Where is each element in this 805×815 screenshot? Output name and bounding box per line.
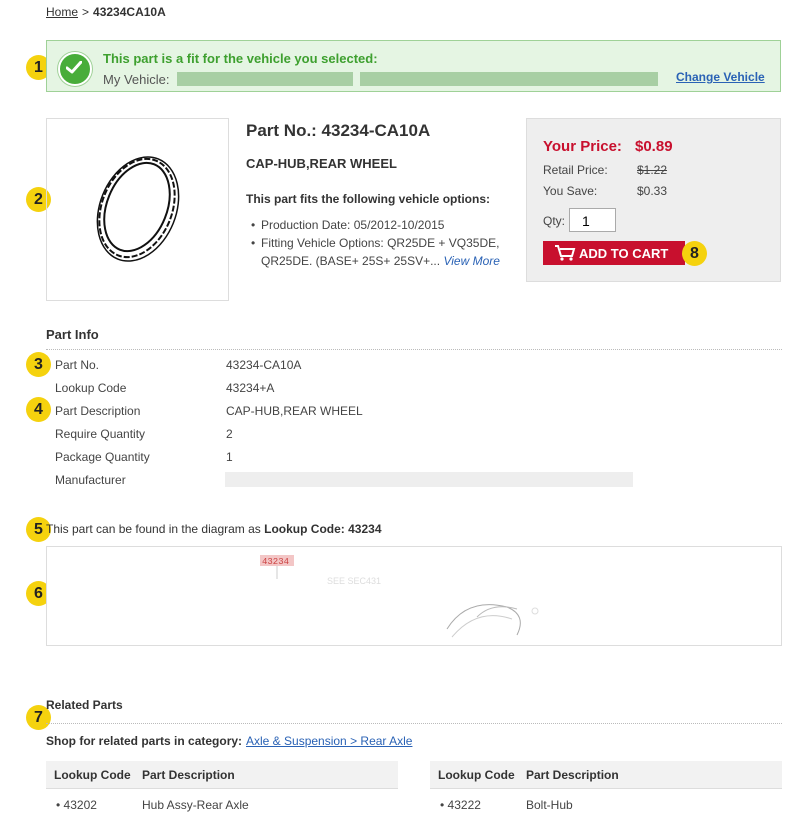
- col-part-description: Part Description: [526, 768, 619, 782]
- fits-options-heading: This part fits the following vehicle opt…: [246, 192, 491, 206]
- retail-price-value: $1.22: [637, 163, 668, 177]
- info-label-package-qty: Package Quantity: [55, 450, 150, 464]
- price-panel: Your Price: $0.89 Retail Price: $1.22 Yo…: [526, 118, 781, 282]
- info-value-package-qty: 1: [226, 450, 233, 464]
- info-label-part-no: Part No.: [55, 358, 100, 372]
- quantity-input[interactable]: [569, 208, 616, 232]
- option-fitting-vehicle: Fitting Vehicle Options: QR25DE + VQ35DE…: [249, 234, 509, 270]
- qty-label: Qty:: [543, 214, 566, 228]
- info-value-require-qty: 2: [226, 427, 233, 441]
- fitment-title: This part is a fit for the vehicle you s…: [103, 51, 378, 66]
- related-code-link[interactable]: 43222: [448, 798, 481, 812]
- diagram-text-prefix: This part can be found in the diagram as: [46, 522, 265, 536]
- you-save-label: You Save:: [543, 184, 598, 198]
- diagram-lookup-code: Lookup Code: 43234: [264, 522, 382, 536]
- related-table-left-header: Lookup Code Part Description: [46, 761, 398, 789]
- row-bullet: •: [440, 798, 448, 812]
- info-value-description: CAP-HUB,REAR WHEEL: [226, 404, 363, 418]
- info-label-require-qty: Require Quantity: [55, 427, 146, 441]
- breadcrumb-current: 43234CA10A: [93, 5, 166, 19]
- annotation-badge-4: 4: [26, 397, 51, 422]
- fitment-banner: This part is a fit for the vehicle you s…: [46, 40, 781, 92]
- option-production-date: Production Date: 05/2012-10/2015: [249, 216, 509, 234]
- col-lookup-code: Lookup Code: [438, 768, 515, 782]
- row-bullet: •: [56, 798, 64, 812]
- category-link[interactable]: Axle & Suspension > Rear Axle: [246, 734, 412, 748]
- shop-related-text: Shop for related parts in category:: [46, 734, 243, 748]
- related-desc-link[interactable]: Bolt-Hub: [526, 798, 573, 812]
- part-info-heading: Part Info: [46, 327, 99, 342]
- breadcrumb-separator: >: [82, 5, 90, 19]
- manufacturer-redacted-bar: [225, 472, 633, 487]
- vehicle-redacted-bar: [177, 72, 353, 86]
- part-image[interactable]: [46, 118, 229, 301]
- diagram-drawing: 43234 SEE SEC431: [260, 555, 539, 638]
- table-row: • 43202: [56, 798, 97, 812]
- cart-icon: [554, 244, 576, 265]
- col-lookup-code: Lookup Code: [54, 768, 131, 782]
- info-label-description: Part Description: [55, 404, 141, 418]
- your-price-value: $0.89: [635, 138, 673, 155]
- info-value-lookup-code: 43234+A: [226, 381, 275, 395]
- checkmark-icon: [58, 52, 92, 86]
- add-to-cart-label: ADD TO CART: [579, 246, 669, 261]
- info-value-part-no: 43234-CA10A: [226, 358, 302, 372]
- info-label-manufacturer: Manufacturer: [55, 473, 126, 487]
- you-save-value: $0.33: [637, 184, 668, 198]
- table-row: • 43222: [440, 798, 481, 812]
- related-parts-divider: [46, 723, 782, 724]
- retail-price-label: Retail Price:: [543, 163, 608, 177]
- breadcrumb: Home >43234CA10A: [46, 5, 166, 19]
- breadcrumb-home-link[interactable]: Home: [46, 5, 78, 19]
- change-vehicle-link[interactable]: Change Vehicle: [676, 70, 765, 84]
- related-code-link[interactable]: 43202: [64, 798, 97, 812]
- annotation-badge-8: 8: [682, 241, 707, 266]
- vehicle-redacted-bar-2: [360, 72, 658, 86]
- my-vehicle-label: My Vehicle:: [103, 72, 170, 87]
- related-table-right-header: Lookup Code Part Description: [430, 761, 782, 789]
- gasket-ring-drawing: [96, 156, 180, 262]
- parts-diagram[interactable]: 43234 SEE SEC431: [46, 546, 782, 646]
- related-parts-heading: Related Parts: [46, 698, 123, 712]
- part-info-divider: [46, 349, 782, 350]
- view-more-link[interactable]: View More: [443, 254, 499, 268]
- related-desc-link[interactable]: Hub Assy-Rear Axle: [142, 798, 249, 812]
- diagram-see-sec: SEE SEC431: [327, 576, 381, 586]
- diagram-callout-43234: 43234: [262, 557, 289, 567]
- info-label-lookup-code: Lookup Code: [55, 381, 127, 395]
- annotation-badge-3: 3: [26, 352, 51, 377]
- add-to-cart-button[interactable]: ADD TO CART: [543, 241, 685, 265]
- your-price-label: Your Price:: [543, 138, 622, 155]
- part-number-title: Part No.: 43234-CA10A: [246, 121, 431, 140]
- part-name: CAP-HUB,REAR WHEEL: [246, 156, 397, 171]
- diagram-lookup-text: This part can be found in the diagram as…: [46, 522, 382, 536]
- vehicle-options-list: Production Date: 05/2012-10/2015 Fitting…: [249, 216, 509, 270]
- col-part-description: Part Description: [142, 768, 235, 782]
